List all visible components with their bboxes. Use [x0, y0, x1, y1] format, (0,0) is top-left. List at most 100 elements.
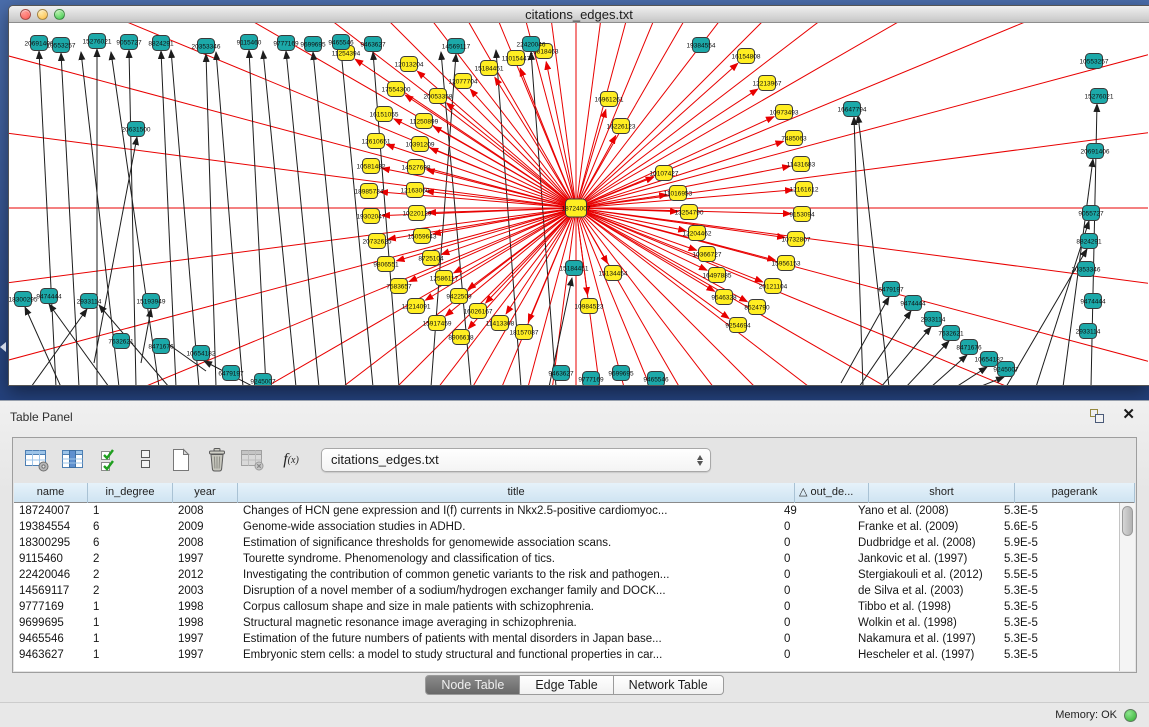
- graph-node-teal[interactable]: 6479197: [878, 282, 904, 297]
- graph-node-teal[interactable]: 9465546: [643, 372, 669, 386]
- delete-column-button[interactable]: [201, 444, 233, 476]
- graph-node-yellow[interactable]: 13254790: [675, 205, 704, 220]
- graph-node-teal[interactable]: 15193949: [137, 294, 166, 309]
- close-panel-icon[interactable]: ✕: [1122, 406, 1135, 424]
- table-row[interactable]: 1938455462009Genome-wide association stu…: [14, 519, 1119, 535]
- vertical-scrollbar[interactable]: [1119, 503, 1135, 671]
- rows-mode-button[interactable]: [129, 444, 161, 476]
- graph-node-teal[interactable]: 20631500: [122, 122, 151, 137]
- graph-node-yellow[interactable]: 16154808: [732, 49, 761, 64]
- graph-node-teal[interactable]: 9463627: [360, 37, 386, 52]
- graph-node-yellow[interactable]: 15917459: [423, 316, 452, 331]
- graph-node-teal[interactable]: 9777169: [578, 372, 604, 386]
- graph-node-yellow[interactable]: 11015447: [502, 51, 531, 66]
- graph-node-yellow[interactable]: 9153094: [789, 207, 815, 222]
- graph-node-teal[interactable]: 7632621: [938, 326, 964, 341]
- tab-network-table[interactable]: Network Table: [614, 675, 724, 695]
- graph-node-yellow[interactable]: 15059643: [408, 229, 437, 244]
- graph-node-teal[interactable]: 9245007: [250, 374, 276, 386]
- table-row[interactable]: 969969511998Structural magnetic resonanc…: [14, 615, 1119, 631]
- graph-node-teal[interactable]: 9115460: [237, 35, 262, 50]
- graph-node-teal[interactable]: 15276021: [1085, 89, 1114, 104]
- panel-collapse-arrow-icon[interactable]: [0, 342, 6, 352]
- graph-node-teal[interactable]: 2933114: [921, 312, 946, 327]
- graph-node-teal[interactable]: 2933114: [1076, 324, 1101, 339]
- graph-node-hub[interactable]: 18724007: [562, 199, 591, 217]
- graph-node-yellow[interactable]: 10732807: [782, 232, 811, 247]
- tab-node-table[interactable]: Node Table: [425, 675, 520, 695]
- graph-node-yellow[interactable]: 14527698: [402, 160, 431, 175]
- table-row[interactable]: 1830029562008Estimation of significance …: [14, 535, 1119, 551]
- graph-node-yellow[interactable]: 12077704: [449, 74, 478, 89]
- graph-node-yellow[interactable]: 9806551: [373, 257, 399, 272]
- graph-node-yellow[interactable]: 19302047: [357, 209, 386, 224]
- graph-node-yellow[interactable]: 18985734: [355, 184, 384, 199]
- graph-node-yellow[interactable]: 12610651: [362, 134, 391, 149]
- table-settings-button[interactable]: [21, 444, 53, 476]
- float-panel-icon[interactable]: [1089, 409, 1105, 425]
- table-row[interactable]: 977716911998Corpus callosum shape and si…: [14, 599, 1119, 615]
- graph-node-yellow[interactable]: 11413308: [486, 316, 515, 331]
- graph-node-yellow[interactable]: 12213967: [753, 76, 782, 91]
- graph-node-yellow[interactable]: 15956153: [772, 256, 801, 271]
- tab-edge-table[interactable]: Edge Table: [520, 675, 613, 695]
- graph-node-yellow[interactable]: 9546328: [711, 290, 737, 305]
- graph-node-teal[interactable]: 16647794: [838, 102, 867, 117]
- graph-node-yellow[interactable]: 16226123: [607, 119, 636, 134]
- column-header-title[interactable]: title: [238, 483, 795, 503]
- table-selector-dropdown[interactable]: citations_edges.txt: [321, 448, 711, 472]
- graph-node-teal[interactable]: 8824291: [1076, 234, 1102, 249]
- network-graph-canvas[interactable]: 1125439412013204175543001615105512610651…: [9, 23, 1148, 385]
- create-new-column-button[interactable]: [165, 444, 197, 476]
- graph-node-teal[interactable]: 20691406: [1081, 144, 1110, 159]
- graph-node-teal[interactable]: 10654182: [187, 346, 216, 361]
- column-header-pagerank[interactable]: pagerank: [1015, 483, 1135, 503]
- graph-node-yellow[interactable]: 20053358: [424, 89, 453, 104]
- table-row[interactable]: 1872400712008Changes of HCN gene express…: [14, 503, 1119, 519]
- graph-node-yellow[interactable]: 10366727: [693, 247, 722, 262]
- graph-node-teal[interactable]: 9463627: [548, 366, 574, 381]
- graph-node-yellow[interactable]: 15134454: [599, 266, 628, 281]
- graph-node-teal[interactable]: 9699695: [608, 366, 634, 381]
- graph-node-yellow[interactable]: 7583657: [386, 279, 412, 294]
- graph-node-yellow[interactable]: 10984523: [575, 299, 604, 314]
- graph-node-yellow[interactable]: 11431683: [787, 157, 816, 172]
- column-header-short[interactable]: short: [869, 483, 1015, 503]
- column-header-out_degree[interactable]: △ out_de...: [795, 483, 869, 503]
- table-row[interactable]: 946362711997Embryonic stem cells: a mode…: [14, 647, 1119, 663]
- graph-node-yellow[interactable]: 12204462: [683, 226, 712, 241]
- graph-node-yellow[interactable]: 12161612: [790, 182, 819, 197]
- graph-node-teal[interactable]: 9777169: [273, 36, 299, 51]
- table-row[interactable]: 946554611997Estimation of the future num…: [14, 631, 1119, 647]
- graph-node-teal[interactable]: 9474444: [36, 289, 62, 304]
- table-row[interactable]: 911546021997Tourette syndrome. Phenomeno…: [14, 551, 1119, 567]
- window-titlebar[interactable]: citations_edges.txt: [9, 6, 1149, 23]
- graph-node-yellow[interactable]: 20121104: [759, 279, 788, 294]
- graph-node-teal[interactable]: 8824291: [148, 36, 174, 51]
- scrollbar-thumb[interactable]: [1122, 506, 1133, 536]
- table-row[interactable]: 2242004622012Investigating the contribut…: [14, 567, 1119, 583]
- column-header-in_degree[interactable]: in_degree: [88, 483, 173, 503]
- graph-node-teal[interactable]: 9474444: [900, 296, 926, 311]
- graph-node-teal[interactable]: 6479197: [218, 366, 244, 381]
- graph-node-yellow[interactable]: 12013204: [395, 57, 424, 72]
- graph-node-teal[interactable]: 18300295: [9, 292, 38, 307]
- column-header-year[interactable]: year: [173, 483, 238, 503]
- graph-node-yellow[interactable]: 7485063: [781, 131, 807, 146]
- graph-node-yellow[interactable]: 12214091: [402, 299, 431, 314]
- function-builder-button[interactable]: f(x): [273, 444, 309, 476]
- graph-node-teal[interactable]: 9055727: [116, 35, 142, 50]
- graph-node-teal[interactable]: 2933114: [77, 294, 102, 309]
- graph-node-teal[interactable]: 7632621: [108, 334, 134, 349]
- row-selection-mode-button[interactable]: [93, 444, 125, 476]
- memory-status-icon[interactable]: [1124, 709, 1137, 722]
- column-header-name[interactable]: name: [14, 483, 88, 503]
- graph-node-yellow[interactable]: 15184451: [475, 61, 504, 76]
- graph-node-yellow[interactable]: 8524790: [744, 300, 770, 315]
- graph-node-teal[interactable]: 15276021: [83, 34, 112, 49]
- graph-node-teal[interactable]: 14569117: [442, 39, 471, 54]
- graph-node-teal[interactable]: 20353346: [192, 39, 221, 54]
- table-row[interactable]: 1456911722003Disruption of a novel membe…: [14, 583, 1119, 599]
- graph-node-teal[interactable]: 9474444: [1080, 294, 1106, 309]
- graph-node-teal[interactable]: 19384554: [687, 38, 716, 53]
